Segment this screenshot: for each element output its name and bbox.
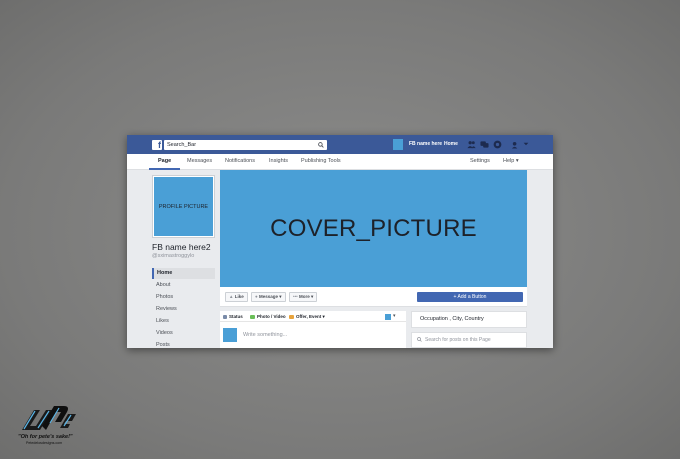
post-composer: Status Photo / Video Offer, Event ▾ ▾ Wr… <box>220 311 406 348</box>
more-icon: ••• <box>293 294 298 299</box>
designer-logo-icon <box>22 406 76 430</box>
tab-insights[interactable]: Insights <box>269 158 288 164</box>
photo-video-option-label: Photo / Video <box>257 314 286 319</box>
tab-settings[interactable]: Settings <box>470 158 490 164</box>
notifications-icon[interactable] <box>493 140 502 149</box>
tab-page[interactable]: Page <box>158 158 171 164</box>
sidebar-item-reviews[interactable]: Reviews <box>152 304 215 315</box>
top-navbar: f Search_Bar FB name here Home <box>127 135 553 154</box>
occupation-text: Occupation , City, Country <box>420 316 484 322</box>
page-action-bar: ▲ Like ● Message ▾ ••• More ▾ + Add a Bu… <box>220 287 527 307</box>
pencil-icon <box>223 314 227 319</box>
nav-page-name[interactable]: FB name here <box>409 141 442 147</box>
designer-website: Petedelosdesigns.com <box>26 441 63 445</box>
page-tabs-bar: Page Messages Notifications Insights Pub… <box>127 154 553 170</box>
tab-publishing-tools[interactable]: Publishing Tools <box>301 158 341 164</box>
profile-picture[interactable]: PROFILE PICTURE <box>152 175 215 238</box>
sidebar-item-photos[interactable]: Photos <box>152 292 215 303</box>
photo-video-option[interactable]: Photo / Video <box>250 313 286 320</box>
message-icon: ● <box>255 294 258 299</box>
page-title: FB name here2 <box>152 242 211 252</box>
tab-messages[interactable]: Messages <box>187 158 212 164</box>
page-search-box[interactable]: Search for posts on this Page <box>411 332 527 348</box>
offer-event-option[interactable]: Offer, Event ▾ <box>289 313 325 320</box>
help-icon[interactable] <box>511 140 520 149</box>
nav-home-link[interactable]: Home <box>444 141 458 147</box>
page-avatar-thumbnail[interactable] <box>393 139 403 150</box>
search-input-value: Search_Bar <box>167 142 197 148</box>
chevron-down-icon[interactable] <box>523 141 529 147</box>
tab-help[interactable]: Help ▾ <box>503 158 519 164</box>
profile-picture-label: PROFILE PICTURE <box>154 177 213 236</box>
sidebar-item-about[interactable]: About <box>152 280 215 291</box>
post-as-avatar[interactable] <box>385 314 391 320</box>
composer-avatar <box>223 328 237 342</box>
status-option[interactable]: Status <box>223 313 243 320</box>
more-button[interactable]: ••• More ▾ <box>289 292 318 302</box>
search-icon <box>417 337 422 342</box>
about-card: Occupation , City, Country <box>411 311 527 328</box>
message-button-label: Message ▾ <box>258 294 282 299</box>
messages-icon[interactable] <box>480 140 489 149</box>
status-option-label: Status <box>229 314 243 319</box>
message-button[interactable]: ● Message ▾ <box>251 292 286 302</box>
more-button-label: More ▾ <box>299 294 314 299</box>
sidebar-item-posts[interactable]: Posts <box>152 340 215 348</box>
facebook-logo-icon[interactable]: f <box>152 140 162 150</box>
sidebar-item-home[interactable]: Home <box>152 268 215 279</box>
composer-input[interactable]: Write something... <box>243 332 287 338</box>
page-search-placeholder: Search for posts on this Page <box>425 337 491 343</box>
composer-options: Status Photo / Video Offer, Event ▾ ▾ <box>220 311 406 322</box>
photo-icon <box>250 314 255 319</box>
page-username: @sximastroggylo <box>152 253 195 259</box>
search-input[interactable]: Search_Bar <box>164 140 327 150</box>
active-tab-indicator <box>149 168 180 170</box>
search-icon[interactable] <box>318 142 324 148</box>
like-button-label: Like <box>234 294 244 299</box>
facebook-page-mockup: f Search_Bar FB name here Home Page Mess… <box>127 135 553 348</box>
like-button[interactable]: ▲ Like <box>225 292 248 302</box>
tab-notifications[interactable]: Notifications <box>225 158 255 164</box>
offer-event-option-label: Offer, Event ▾ <box>296 314 325 319</box>
cover-photo[interactable]: COVER_PICTURE <box>220 170 527 287</box>
sidebar-item-likes[interactable]: Likes <box>152 316 215 327</box>
like-icon: ▲ <box>229 294 234 299</box>
friends-icon[interactable] <box>467 140 476 149</box>
cover-photo-label: COVER_PICTURE <box>270 214 477 242</box>
offer-icon <box>289 314 294 319</box>
chevron-down-icon[interactable]: ▾ <box>393 313 396 319</box>
sidebar-item-videos[interactable]: Videos <box>152 328 215 339</box>
add-a-button-button[interactable]: + Add a Button <box>417 292 523 302</box>
designer-tagline: "Oh for pete's sake!" <box>18 434 73 440</box>
